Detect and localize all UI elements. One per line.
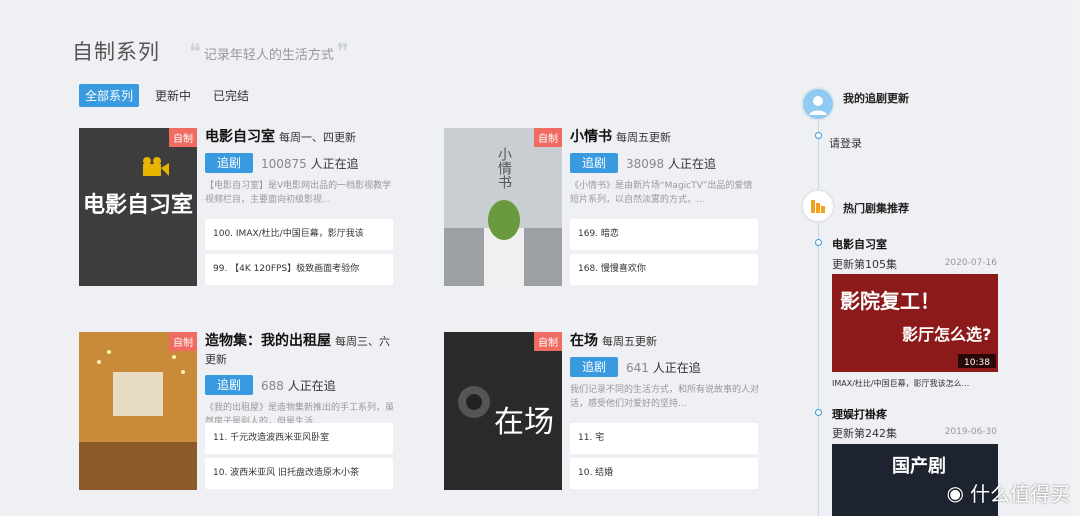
follow-button[interactable]: 追剧 — [570, 357, 618, 377]
watermark-logo-icon: ◉ — [946, 480, 964, 505]
series-schedule: 每周五更新 — [616, 131, 671, 144]
self-made-badge: 自制 — [169, 332, 197, 351]
episode-item[interactable]: 10. 结婚 — [570, 458, 758, 489]
user-avatar-icon[interactable] — [803, 89, 833, 119]
hot-series-date: 2020-07-16 — [944, 258, 997, 268]
series-title-line: 小情书 每周五更新 — [570, 128, 760, 147]
episode-list: 100. IMAX/杜比/中国巨幕，影厅我该 99. 【4K 120FPS】极致… — [205, 219, 393, 285]
follow-row: 追剧 38098 人正在追 — [570, 153, 760, 173]
hot-series-name[interactable]: 电影自习室 — [832, 236, 887, 252]
cover-art — [79, 332, 197, 490]
follow-row: 追剧 641 人正在追 — [570, 357, 760, 377]
series-title[interactable]: 小情书 — [570, 129, 612, 145]
my-updates-title: 我的追剧更新 — [843, 92, 909, 105]
follow-button[interactable]: 追剧 — [570, 153, 618, 173]
filter-tabs: 全部系列 更新中 已完结 — [79, 84, 255, 107]
cover-art: 小情书 — [444, 128, 562, 286]
subtitle-text: 记录年轻人的生活方式 — [203, 47, 334, 63]
page-title: 自制系列 — [72, 40, 160, 64]
self-made-badge: 自制 — [534, 128, 562, 147]
follower-count: 688 人正在追 — [261, 378, 336, 393]
series-title-line: 造物集：我的出租屋 每周三、六更新 — [205, 332, 395, 369]
series-description: 我们记录不同的生活方式，和所有说故事的人对话，感受他们对爱好的坚持... — [570, 385, 760, 409]
follow-button[interactable]: 追剧 — [205, 375, 253, 395]
timeline-dot — [815, 239, 822, 246]
series-title[interactable]: 在场 — [570, 333, 598, 349]
series-title-line: 在场 每周五更新 — [570, 332, 760, 351]
series-card: 自制 造物集：我的出租屋 每周三、六更新 追剧 688 人正在追 《我的出租屋》是… — [79, 332, 395, 490]
hot-series-episode: 更新第105集 — [832, 258, 897, 271]
follow-button[interactable]: 追剧 — [205, 153, 253, 173]
svg-text:10:38: 10:38 — [964, 358, 990, 368]
cover-art: 电影自习室 — [79, 128, 197, 286]
follower-count: 641 人正在追 — [626, 360, 701, 375]
open-quote-icon: ❝ — [189, 40, 201, 65]
scrollbar[interactable] — [1070, 0, 1080, 516]
cover-art: 在场 — [444, 332, 562, 490]
close-quote-icon: ❞ — [336, 40, 349, 65]
page-header: 自制系列 ❝ 记录年轻人的生活方式 ❞ — [72, 36, 352, 66]
series-title-line: 电影自习室 每周一、四更新 — [205, 128, 395, 147]
series-description: 《小情书》是由新片场“MagicTV”出品的爱情短片系列，以自然淡雾的方式，..… — [570, 181, 753, 205]
episode-item[interactable]: 99. 【4K 120FPS】极致画面考验你 — [205, 254, 393, 285]
self-made-badge: 自制 — [534, 332, 562, 351]
filter-all[interactable]: 全部系列 — [79, 84, 140, 107]
filter-finished[interactable]: 已完结 — [207, 84, 255, 107]
series-info: 造物集：我的出租屋 每周三、六更新 追剧 688 人正在追 《我的出租屋》是造物集… — [205, 332, 395, 429]
watermark: ◉ 什么值得买 — [947, 478, 1070, 507]
follow-row: 追剧 100875 人正在追 — [205, 153, 395, 173]
watermark-text: 什么值得买 — [970, 482, 1070, 506]
series-card: 电影自习室 自制 电影自习室 每周一、四更新 追剧 100875 人正在追 【电影… — [79, 128, 395, 286]
follow-row: 追剧 688 人正在追 — [205, 375, 395, 395]
episode-list: 11. 千元改造波西米亚风卧室 10. 波西米亚风 旧托盘改造原木小茶 — [205, 423, 393, 489]
episode-item[interactable]: 11. 宅 — [570, 423, 758, 454]
timeline-line — [818, 118, 819, 516]
episode-item[interactable]: 11. 千元改造波西米亚风卧室 — [205, 423, 393, 454]
series-info: 电影自习室 每周一、四更新 追剧 100875 人正在追 【电影自习室】是V电影网… — [205, 128, 395, 207]
follower-count: 38098 人正在追 — [626, 156, 717, 171]
page-subtitle: ❝ 记录年轻人的生活方式 ❞ — [186, 40, 352, 65]
series-schedule: 每周五更新 — [602, 335, 657, 348]
series-card: 小情书 自制 小情书 每周五更新 追剧 38098 人正在追 《小情书》是由新片场… — [444, 128, 760, 286]
series-card: 在场 自制 在场 每周五更新 追剧 641 人正在追 我们记录不同的生活方式，和所… — [444, 332, 760, 490]
series-cover[interactable]: 电影自习室 自制 — [79, 128, 197, 286]
filter-updating[interactable]: 更新中 — [149, 84, 197, 107]
timeline-dot — [815, 409, 822, 416]
chart-icon — [803, 191, 833, 221]
episode-list: 11. 宅 10. 结婚 — [570, 423, 758, 489]
hot-series-thumbnail[interactable]: 影院复工！ 影厅怎么选? 10:38 — [832, 274, 998, 372]
hot-series-title: 热门剧集推荐 — [843, 202, 909, 215]
self-made-badge: 自制 — [169, 128, 197, 147]
svg-text:影院复工！: 影院复工！ — [840, 289, 940, 313]
timeline-dot — [815, 132, 822, 139]
cover-text: 电影自习室 — [83, 192, 193, 218]
series-info: 小情书 每周五更新 追剧 38098 人正在追 《小情书》是由新片场“MagicT… — [570, 128, 760, 207]
hot-series-caption: IMAX/杜比/中国巨幕，影厅我该怎么... — [832, 379, 970, 388]
hot-series-date: 2019-06-30 — [944, 427, 997, 437]
series-cover[interactable]: 自制 — [79, 332, 197, 490]
follower-count: 100875 人正在追 — [261, 156, 359, 171]
series-title[interactable]: 电影自习室 — [205, 129, 275, 145]
series-info: 在场 每周五更新 追剧 641 人正在追 我们记录不同的生活方式，和所有说故事的人… — [570, 332, 760, 411]
series-description: 【电影自习室】是V电影网出品的一档影视教学视频栏目，主要面向初级影视... — [205, 181, 392, 205]
series-title[interactable]: 造物集：我的出租屋 — [205, 333, 331, 349]
series-cover[interactable]: 小情书 自制 — [444, 128, 562, 286]
cover-text: 在场 — [494, 405, 554, 440]
episode-item[interactable]: 169. 暗恋 — [570, 219, 758, 250]
sidebar: 我的追剧更新 请登录 热门剧集推荐 电影自习室 更新第105集 2020-07-… — [803, 88, 1003, 516]
episode-item[interactable]: 168. 慢慢喜欢你 — [570, 254, 758, 285]
hot-series-name[interactable]: 理娱打褂疼 — [832, 406, 887, 422]
episode-item[interactable]: 10. 波西米亚风 旧托盘改造原木小茶 — [205, 458, 393, 489]
cover-text: 小情书 — [496, 147, 512, 189]
login-link[interactable]: 请登录 — [829, 135, 862, 151]
svg-text:影厅怎么选?: 影厅怎么选? — [902, 325, 991, 344]
hot-series-episode: 更新第242集 — [832, 427, 897, 440]
series-schedule: 每周一、四更新 — [279, 131, 356, 144]
series-cover[interactable]: 在场 自制 — [444, 332, 562, 490]
svg-text:国产剧: 国产剧 — [892, 455, 946, 477]
episode-item[interactable]: 100. IMAX/杜比/中国巨幕，影厅我该 — [205, 219, 393, 250]
episode-list: 169. 暗恋 168. 慢慢喜欢你 — [570, 219, 758, 285]
